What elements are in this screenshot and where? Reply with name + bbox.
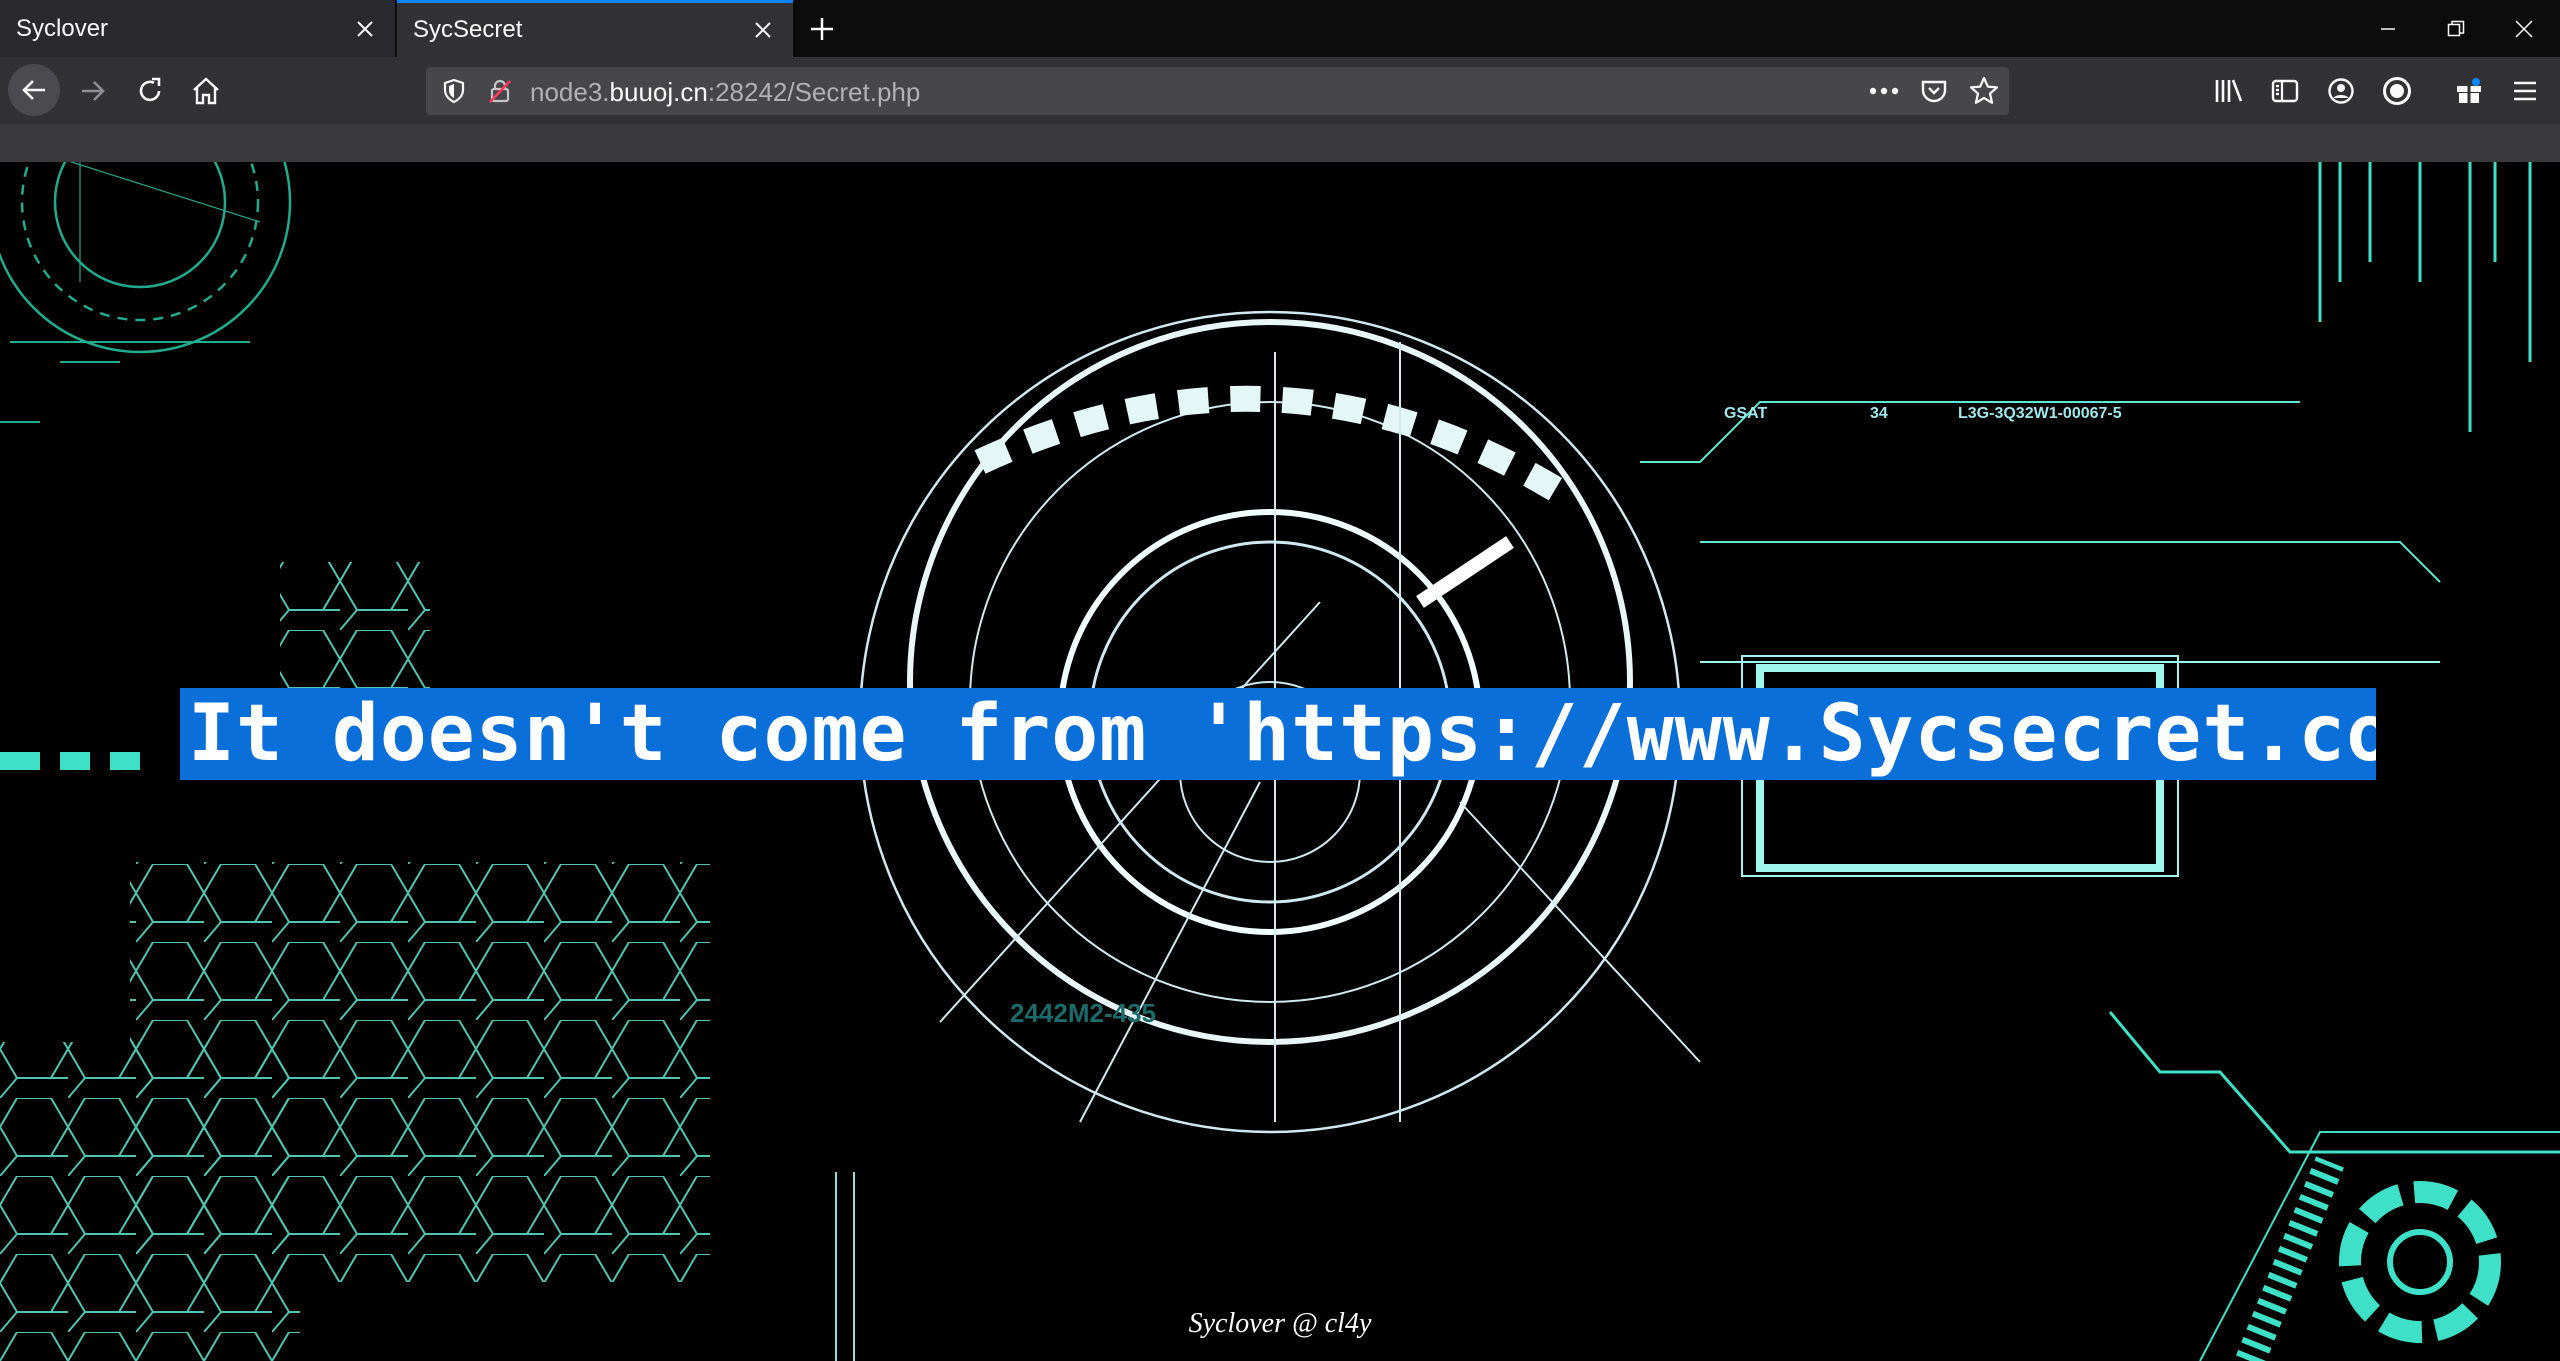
reload-button[interactable]	[125, 66, 175, 116]
forward-button[interactable]	[68, 66, 118, 116]
arrow-right-icon	[82, 81, 105, 101]
back-button[interactable]	[8, 64, 60, 116]
insecure-lock-icon[interactable]	[484, 75, 516, 107]
account-icon	[2328, 78, 2354, 104]
url-host: buuoj.cn	[609, 77, 708, 107]
sidebar-button[interactable]	[2260, 66, 2310, 116]
footer-credit: Syclover @ cl4y	[1188, 1308, 1372, 1339]
url-prefix: node3.	[530, 77, 610, 107]
hud-label-serial: L3G-3Q32W1-00067-5	[1958, 405, 2122, 422]
record-icon	[2383, 77, 2411, 105]
star-icon[interactable]	[1966, 73, 2002, 109]
shield-icon[interactable]	[438, 75, 470, 107]
close-icon	[2515, 19, 2533, 38]
window-close-button[interactable]	[2490, 0, 2558, 57]
close-icon[interactable]	[743, 10, 783, 50]
tab-title: Syclover	[16, 14, 109, 42]
restore-button[interactable]	[2422, 0, 2490, 57]
navigation-toolbar: node3.buuoj.cn:28242/Secret.php	[0, 57, 2560, 124]
close-icon[interactable]	[345, 9, 385, 49]
url-text[interactable]: node3.buuoj.cn:28242/Secret.php	[530, 77, 920, 108]
arrow-left-icon	[22, 80, 45, 100]
home-button[interactable]	[181, 66, 231, 116]
page-content: GSAT 34 L3G-3Q32W1-00067-5 2442M2-435 It…	[0, 162, 2560, 1361]
reload-icon	[139, 77, 161, 102]
url-suffix: :28242/Secret.php	[707, 77, 921, 107]
hamburger-menu-icon	[2514, 81, 2536, 101]
more-horizontal-icon[interactable]	[1866, 73, 1902, 109]
minimize-icon	[2381, 27, 2395, 30]
tab-sycsecret[interactable]: SycSecret	[397, 0, 793, 57]
plus-icon	[811, 18, 833, 40]
menu-button[interactable]	[2500, 66, 2550, 116]
pocket-icon[interactable]	[1916, 73, 1952, 109]
sidebar-icon	[2271, 79, 2299, 103]
restore-icon	[2447, 20, 2465, 36]
minimize-button[interactable]	[2354, 0, 2422, 57]
toolbar-separator	[0, 124, 2560, 162]
whats-new-button[interactable]	[2444, 66, 2494, 116]
tab-title: SycSecret	[413, 16, 523, 43]
hud-label-serial-2: 2442M2-435	[1010, 998, 1156, 1028]
url-bar[interactable]: node3.buuoj.cn:28242/Secret.php	[426, 67, 2009, 115]
gift-icon	[2457, 78, 2481, 103]
hud-label-code: 34	[1870, 405, 1888, 422]
account-button[interactable]	[2316, 66, 2366, 116]
home-icon	[193, 77, 219, 105]
new-tab-button[interactable]	[800, 8, 844, 50]
title-bar: Syclover SycSecret	[0, 0, 2560, 57]
error-message: It doesn't come from 'https://www.Sycsec…	[180, 688, 2376, 780]
library-icon	[2215, 79, 2243, 102]
hud-label-gsat: GSAT	[1724, 405, 1767, 422]
library-button[interactable]	[2204, 66, 2254, 116]
extension-button[interactable]	[2372, 66, 2422, 116]
tab-syclover[interactable]: Syclover	[0, 0, 395, 57]
